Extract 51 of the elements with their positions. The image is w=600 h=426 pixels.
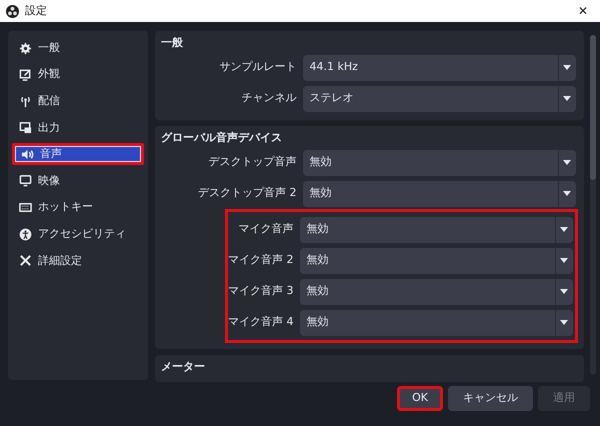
close-button[interactable]: ✕ xyxy=(572,2,594,20)
dropdown[interactable]: 無効 xyxy=(302,180,576,206)
sidebar-item[interactable]: ホットキー xyxy=(12,196,144,219)
section-heading: メーター xyxy=(161,359,206,375)
field-label: デスクトップ音声 2 xyxy=(197,185,296,202)
caret-icon xyxy=(560,258,568,263)
section-heading: グローバル音声デバイス xyxy=(161,130,283,146)
field-label: マイク音声 3 xyxy=(228,283,294,300)
dialog-button[interactable]: キャンセル xyxy=(448,386,533,411)
caret-icon xyxy=(560,320,568,325)
antenna-icon xyxy=(19,94,32,108)
field-label: マイク音声 2 xyxy=(228,252,294,268)
section-heading: 一般 xyxy=(161,35,184,51)
field-label: チャンネル xyxy=(240,90,296,106)
dropdown[interactable]: 無効 xyxy=(300,248,572,274)
sidebar-item[interactable]: 外観 xyxy=(12,64,144,86)
sidebar-item[interactable]: 出力 xyxy=(12,116,144,139)
field-label: デスクトップ音声 xyxy=(208,154,296,170)
gear-icon xyxy=(19,42,32,54)
caret-icon xyxy=(560,227,568,232)
keyboard-icon xyxy=(19,201,32,214)
scrollbar[interactable] xyxy=(590,35,596,375)
caret-icon xyxy=(563,160,571,165)
caret-icon xyxy=(563,191,571,196)
sidebar-item[interactable]: アクセシビリティ xyxy=(12,223,144,246)
dropdown[interactable]: 無効 xyxy=(300,216,572,242)
accessibility-icon xyxy=(19,228,32,241)
output-icon xyxy=(19,121,32,134)
field-label: サンプルレート xyxy=(218,59,296,76)
caret-icon xyxy=(563,65,571,70)
sidebar-item[interactable]: 一般 xyxy=(12,37,144,59)
dropdown[interactable]: 無効 xyxy=(300,310,572,336)
window-title: 設定 xyxy=(25,2,47,19)
app-icon xyxy=(6,4,19,18)
monitor-pencil-icon xyxy=(19,68,32,82)
field-label: マイク音声 xyxy=(238,221,294,238)
monitor-icon xyxy=(19,174,32,188)
caret-icon xyxy=(563,96,571,101)
field-label: マイク音声 4 xyxy=(228,314,294,330)
dropdown[interactable]: 44.1 kHz xyxy=(302,54,576,80)
tools-icon xyxy=(19,254,32,268)
speaker-icon xyxy=(21,148,34,161)
sidebar-item[interactable]: 映像 xyxy=(12,170,144,192)
sidebar-item[interactable]: 配信 xyxy=(12,90,144,112)
sidebar-item[interactable]: 音声 xyxy=(12,143,144,166)
dropdown[interactable]: 無効 xyxy=(302,150,576,176)
dropdown[interactable]: 無効 xyxy=(300,278,572,304)
sidebar-item[interactable]: 詳細設定 xyxy=(12,250,144,272)
dropdown[interactable]: ステレオ xyxy=(302,86,576,112)
ok-button[interactable]: OK xyxy=(397,386,443,411)
caret-icon xyxy=(560,289,568,294)
